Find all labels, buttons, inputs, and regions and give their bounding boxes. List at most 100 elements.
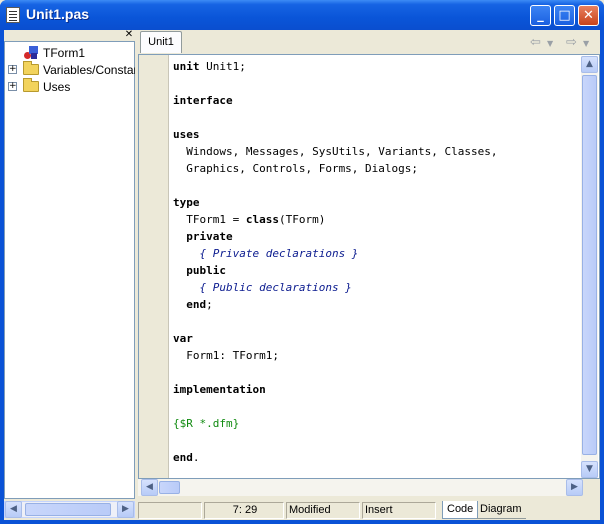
tab-diagram[interactable]: Diagram <box>476 501 526 519</box>
code-line[interactable]: {$R *.dfm} <box>173 415 498 432</box>
code-line[interactable]: Form1: TForm1; <box>173 347 498 364</box>
status-panel-empty <box>138 502 202 519</box>
arrow-up-icon: ▲ <box>586 59 593 69</box>
code-line[interactable]: interface <box>173 92 498 109</box>
insert-mode-indicator: Insert <box>362 502 436 519</box>
expand-icon[interactable]: + <box>8 65 17 74</box>
window-title: Unit1.pas <box>26 6 90 22</box>
code-token: uses <box>173 128 200 141</box>
arrow-right-icon: ▶ <box>571 482 578 492</box>
editor-hscroll-thumb[interactable] <box>159 481 180 494</box>
forward-arrow-icon[interactable]: ⇨ <box>566 35 577 50</box>
code-line[interactable]: end. <box>173 449 498 466</box>
code-explorer-tree[interactable]: TForm1 + Variables/Constan + Uses <box>4 41 140 499</box>
code-editor[interactable]: unit Unit1; interface uses Windows, Messag… <box>138 54 600 479</box>
code-token: ; <box>206 298 213 311</box>
editor-gutter[interactable] <box>139 55 169 478</box>
tree-node-label: TForm1 <box>43 46 85 60</box>
code-token: unit <box>173 60 200 73</box>
document-icon <box>6 7 20 23</box>
back-arrow-icon[interactable]: ⇦ <box>530 35 541 50</box>
code-explorer-pane: ✕ TForm1 + Variables/Constan + Uses ◀ ▶ <box>4 30 140 520</box>
editor-pane: Unit1 ⇦ ▼ ⇨ ▼ unit Unit1; interface uses W… <box>138 30 600 520</box>
arrow-left-icon: ◀ <box>146 482 153 492</box>
code-line[interactable]: public <box>173 262 498 279</box>
minimize-icon: _ <box>537 8 544 23</box>
code-line[interactable]: uses <box>173 126 498 143</box>
code-token: . <box>192 451 200 464</box>
code-token: implementation <box>173 383 266 396</box>
code-line[interactable] <box>173 313 498 330</box>
code-line[interactable]: TForm1 = class(TForm) <box>173 211 498 228</box>
ide-window: Unit1.pas _ □ ✕ ✕ TForm1 + Variables/Con… <box>0 0 604 524</box>
code-token: Graphics, Controls, Forms, Dialogs; <box>173 162 419 175</box>
code-token: interface <box>173 94 233 107</box>
code-line[interactable]: { Public declarations } <box>173 279 498 296</box>
code-line[interactable] <box>173 432 498 449</box>
code-token: class <box>245 213 279 226</box>
code-explorer-close-button[interactable]: ✕ <box>124 30 134 40</box>
scroll-up-button[interactable]: ▲ <box>581 56 598 73</box>
close-button[interactable]: ✕ <box>578 5 599 26</box>
code-token: public <box>186 264 226 277</box>
minimize-button[interactable]: _ <box>530 5 551 26</box>
tree-node-tform1[interactable]: TForm1 <box>5 44 135 61</box>
code-token: private <box>186 230 233 243</box>
editor-horizontal-scrollbar[interactable]: ◀ ▶ <box>138 479 583 496</box>
forward-dropdown-icon[interactable]: ▼ <box>583 39 589 48</box>
code-token: { Private declarations } <box>173 247 359 260</box>
code-line[interactable]: Graphics, Controls, Forms, Dialogs; <box>173 160 498 177</box>
code-line[interactable]: unit Unit1; <box>173 58 498 75</box>
folder-icon <box>23 61 39 75</box>
scroll-right-button[interactable]: ▶ <box>117 501 134 518</box>
scroll-right-button[interactable]: ▶ <box>566 479 583 496</box>
code-token: { Public declarations } <box>173 281 352 294</box>
code-line[interactable]: { Private declarations } <box>173 245 498 262</box>
source-code[interactable]: unit Unit1; interface uses Windows, Messag… <box>173 58 498 466</box>
maximize-button[interactable]: □ <box>554 5 575 26</box>
code-token: end <box>173 451 193 464</box>
scroll-down-button[interactable]: ▼ <box>581 461 598 478</box>
arrow-down-icon: ▼ <box>586 464 593 474</box>
scroll-left-button[interactable]: ◀ <box>5 501 22 518</box>
code-token: TForm1 = <box>173 213 246 226</box>
maximize-icon: □ <box>558 8 571 23</box>
tab-code[interactable]: Code <box>442 501 479 519</box>
code-line[interactable]: private <box>173 228 498 245</box>
editor-vertical-scrollbar[interactable]: ▲ ▼ <box>581 56 598 478</box>
code-line[interactable]: var <box>173 330 498 347</box>
code-line[interactable] <box>173 177 498 194</box>
tree-horizontal-scrollbar[interactable]: ◀ ▶ <box>4 501 135 518</box>
expand-icon[interactable]: + <box>8 82 17 91</box>
tree-scroll-thumb[interactable] <box>25 503 111 516</box>
scroll-left-button[interactable]: ◀ <box>141 479 158 496</box>
tab-unit1[interactable]: Unit1 <box>140 31 182 53</box>
code-token: end <box>186 298 207 311</box>
tree-node-uses[interactable]: + Uses <box>5 78 135 95</box>
close-icon: ✕ <box>583 8 594 23</box>
code-line[interactable] <box>173 398 498 415</box>
code-line[interactable]: type <box>173 194 498 211</box>
code-line[interactable]: end; <box>173 296 498 313</box>
code-line[interactable]: implementation <box>173 381 498 398</box>
code-token: Unit1; <box>199 60 246 73</box>
editor-vscroll-thumb[interactable] <box>582 75 597 455</box>
form-icon <box>23 45 39 60</box>
back-dropdown-icon[interactable]: ▼ <box>547 39 553 48</box>
code-line[interactable] <box>173 75 498 92</box>
code-token: {$R *.dfm} <box>173 417 240 430</box>
tree-node-label: Uses <box>43 80 71 94</box>
tree-node-label: Variables/Constan <box>43 63 141 77</box>
title-bar[interactable]: Unit1.pas _ □ ✕ <box>0 0 604 30</box>
code-line[interactable] <box>173 364 498 381</box>
code-line[interactable]: Windows, Messages, SysUtils, Variants, C… <box>173 143 497 160</box>
code-token: (TForm) <box>278 213 326 226</box>
arrow-left-icon: ◀ <box>10 504 17 514</box>
editor-tab-bar: Unit1 ⇦ ▼ ⇨ ▼ <box>138 30 600 54</box>
tree-node-variables-constants[interactable]: + Variables/Constan <box>5 61 140 78</box>
code-line[interactable] <box>173 109 498 126</box>
code-token: Form1: TForm1; <box>173 349 279 362</box>
